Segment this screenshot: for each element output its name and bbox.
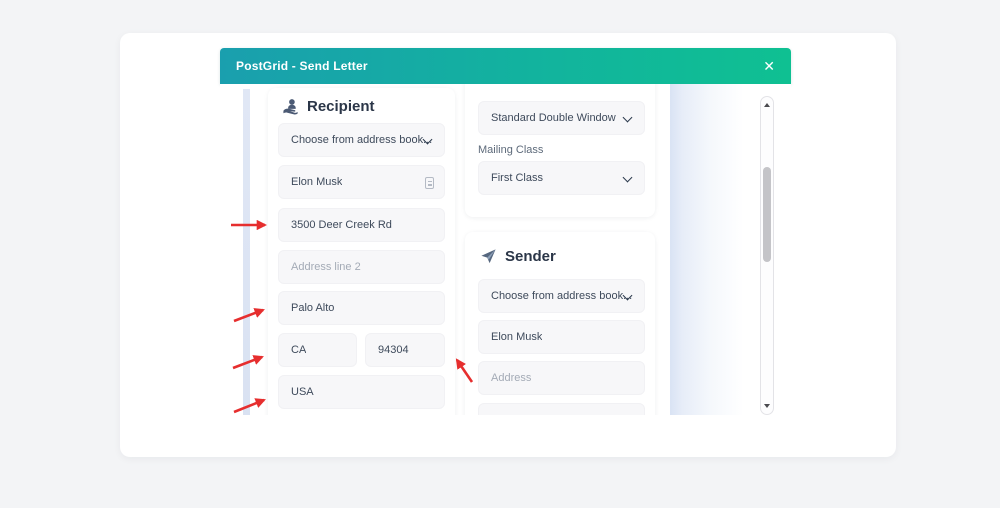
recipient-zip-input[interactable]: 94304 [365, 333, 445, 367]
chevron-down-icon [623, 113, 633, 123]
paper-plane-icon [480, 248, 497, 265]
letter-options-panel: Standard Double Window Mailing Class Fir… [465, 84, 655, 217]
recipient-state-input[interactable]: CA [278, 333, 357, 367]
recipient-country-input[interactable]: USA [278, 375, 445, 409]
sender-heading-label: Sender [505, 248, 556, 265]
recipient-address2-input[interactable]: Address line 2 [278, 250, 445, 284]
sender-address-input[interactable]: Address [478, 361, 645, 395]
sender-name-input[interactable]: Elon Musk [478, 320, 645, 354]
page: PostGrid - Send Letter ✕ Recipient Choos… [0, 0, 1000, 508]
envelope-type-select[interactable]: Standard Double Window [478, 101, 645, 135]
sender-address-book-select[interactable]: Choose from address book... [478, 279, 645, 313]
recipient-panel: Recipient Choose from address book... El… [268, 88, 455, 415]
modal-header: PostGrid - Send Letter ✕ [220, 48, 791, 84]
hand-holding-person-icon [282, 98, 299, 115]
chevron-down-icon [623, 173, 633, 183]
sender-address2-input[interactable]: Address line 2 [478, 403, 645, 415]
recipient-heading: Recipient [282, 98, 375, 115]
vertical-scrollbar[interactable] [760, 96, 774, 415]
modal-body: Recipient Choose from address book... El… [220, 84, 791, 415]
left-edge-strip [243, 89, 250, 415]
close-icon[interactable]: ✕ [763, 59, 775, 73]
sender-panel: Sender Choose from address book... Elon … [465, 232, 655, 415]
recipient-address-book-select[interactable]: Choose from address book... [278, 123, 445, 157]
modal-title: PostGrid - Send Letter [236, 59, 368, 73]
recipient-heading-label: Recipient [307, 98, 375, 115]
right-edge-strip [670, 84, 760, 415]
recipient-city-input[interactable]: Palo Alto [278, 291, 445, 325]
scroll-up-icon[interactable] [764, 103, 770, 107]
mailing-class-label: Mailing Class [478, 144, 543, 156]
scroll-down-icon[interactable] [764, 404, 770, 408]
scrollbar-thumb[interactable] [763, 167, 771, 262]
address-book-icon[interactable] [425, 177, 434, 189]
sender-heading: Sender [480, 248, 556, 265]
mailing-class-select[interactable]: First Class [478, 161, 645, 195]
recipient-address1-input[interactable]: 3500 Deer Creek Rd [278, 208, 445, 242]
recipient-name-input[interactable]: Elon Musk [278, 165, 445, 199]
